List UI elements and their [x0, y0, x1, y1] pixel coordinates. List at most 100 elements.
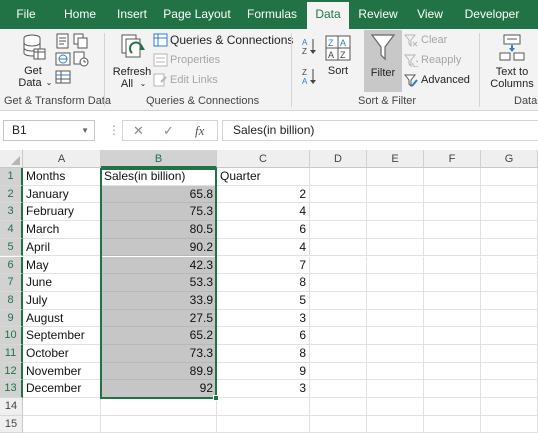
cell-c8[interactable]: 5 [217, 291, 310, 310]
cell-e11[interactable] [367, 345, 424, 363]
tab-data[interactable]: Data [307, 2, 349, 29]
cell-g5[interactable] [481, 238, 538, 257]
cell-a2[interactable]: January [23, 185, 101, 204]
cell-e4[interactable] [367, 221, 424, 239]
cell-e13[interactable] [367, 380, 424, 399]
cell-d2[interactable] [310, 185, 367, 204]
cell-b7[interactable]: 53.3 [101, 274, 217, 292]
cell-f12[interactable] [424, 362, 481, 381]
cell-d9[interactable] [310, 309, 367, 328]
cell-f10[interactable] [424, 327, 481, 345]
row-header-9[interactable]: 9 [0, 309, 23, 328]
cell-a11[interactable]: October [23, 345, 101, 363]
insert-function-icon[interactable]: fx [195, 123, 204, 139]
cell-f3[interactable] [424, 203, 481, 222]
cell-e6[interactable] [367, 256, 424, 275]
edit-links-button[interactable]: Edit Links [170, 73, 218, 87]
tab-view[interactable]: View [408, 0, 452, 29]
tab-home[interactable]: Home [52, 0, 108, 29]
cell-a10[interactable]: September [23, 327, 101, 345]
recent-sources-icon[interactable] [73, 51, 89, 67]
column-header-f[interactable]: F [424, 150, 481, 168]
cell-e2[interactable] [367, 185, 424, 204]
formula-input[interactable]: Sales(in billion) [222, 120, 538, 141]
cell-c2[interactable]: 2 [217, 185, 310, 204]
row-header-3[interactable]: 3 [0, 203, 23, 222]
sort-button[interactable]: Z A A Z Sort [322, 33, 354, 89]
cell-a14[interactable] [23, 398, 101, 416]
column-header-b[interactable]: B [101, 150, 217, 168]
cell-b8[interactable]: 33.9 [101, 291, 217, 310]
column-header-a[interactable]: A [23, 150, 101, 168]
from-web-icon[interactable] [55, 51, 71, 67]
cell-f11[interactable] [424, 345, 481, 363]
cell-d6[interactable] [310, 256, 367, 275]
cell-f15[interactable] [424, 415, 481, 433]
cell-c15[interactable] [217, 415, 310, 433]
cell-g4[interactable] [481, 221, 538, 239]
select-all-button[interactable] [0, 150, 23, 168]
cell-b12[interactable]: 89.9 [101, 362, 217, 381]
cell-g14[interactable] [481, 398, 538, 416]
get-data-button[interactable]: Get Data ⌄ [10, 31, 56, 91]
cell-d14[interactable] [310, 398, 367, 416]
cell-f13[interactable] [424, 380, 481, 399]
cell-f2[interactable] [424, 185, 481, 204]
sort-descending-icon[interactable]: Z A [301, 67, 317, 85]
enter-icon[interactable]: ✓ [163, 123, 174, 139]
cell-c6[interactable]: 7 [217, 256, 310, 275]
cell-e1[interactable] [367, 168, 424, 186]
cell-d11[interactable] [310, 345, 367, 363]
row-header-13[interactable]: 13 [0, 380, 23, 399]
cell-a6[interactable]: May [23, 256, 101, 275]
tab-formulas[interactable]: Formulas [239, 0, 305, 29]
cell-g13[interactable] [481, 380, 538, 399]
cell-b5[interactable]: 90.2 [101, 238, 217, 257]
row-header-5[interactable]: 5 [0, 238, 23, 257]
column-header-g[interactable]: G [481, 150, 538, 168]
cancel-icon[interactable]: ✕ [133, 123, 144, 139]
row-header-14[interactable]: 14 [0, 398, 23, 416]
refresh-all-button[interactable]: Refresh All ⌄ [110, 31, 154, 91]
copy-icon[interactable] [73, 33, 89, 49]
cell-a12[interactable]: November [23, 362, 101, 381]
properties-button[interactable]: Properties [170, 53, 220, 67]
cell-g3[interactable] [481, 203, 538, 222]
cell-e7[interactable] [367, 274, 424, 292]
chevron-down-icon[interactable]: ▼ [81, 121, 89, 140]
row-header-4[interactable]: 4 [0, 221, 23, 239]
row-header-8[interactable]: 8 [0, 291, 23, 310]
cell-d15[interactable] [310, 415, 367, 433]
advanced-button[interactable]: Advanced [421, 73, 470, 87]
cell-d4[interactable] [310, 221, 367, 239]
cell-c5[interactable]: 4 [217, 238, 310, 257]
row-header-12[interactable]: 12 [0, 362, 23, 381]
cell-d5[interactable] [310, 238, 367, 257]
row-header-6[interactable]: 6 [0, 256, 23, 275]
cell-a8[interactable]: July [23, 291, 101, 310]
cell-f8[interactable] [424, 291, 481, 310]
cell-a4[interactable]: March [23, 221, 101, 239]
cell-g8[interactable] [481, 291, 538, 310]
cell-e9[interactable] [367, 309, 424, 328]
cell-b1[interactable]: Sales(in billion) [101, 168, 217, 186]
cell-d10[interactable] [310, 327, 367, 345]
row-header-15[interactable]: 15 [0, 415, 23, 433]
cell-b11[interactable]: 73.3 [101, 345, 217, 363]
cell-b4[interactable]: 80.5 [101, 221, 217, 239]
cell-e10[interactable] [367, 327, 424, 345]
cell-c14[interactable] [217, 398, 310, 416]
cell-c3[interactable]: 4 [217, 203, 310, 222]
column-header-d[interactable]: D [310, 150, 367, 168]
cell-e15[interactable] [367, 415, 424, 433]
cell-a7[interactable]: June [23, 274, 101, 292]
row-header-10[interactable]: 10 [0, 327, 23, 345]
cell-b14[interactable] [101, 398, 217, 416]
cell-d7[interactable] [310, 274, 367, 292]
row-header-1[interactable]: 1 [0, 168, 23, 186]
from-text-icon[interactable] [55, 33, 71, 49]
cell-b9[interactable]: 27.5 [101, 309, 217, 328]
cell-f1[interactable] [424, 168, 481, 186]
from-table-icon[interactable] [55, 69, 71, 85]
cell-d8[interactable] [310, 291, 367, 310]
